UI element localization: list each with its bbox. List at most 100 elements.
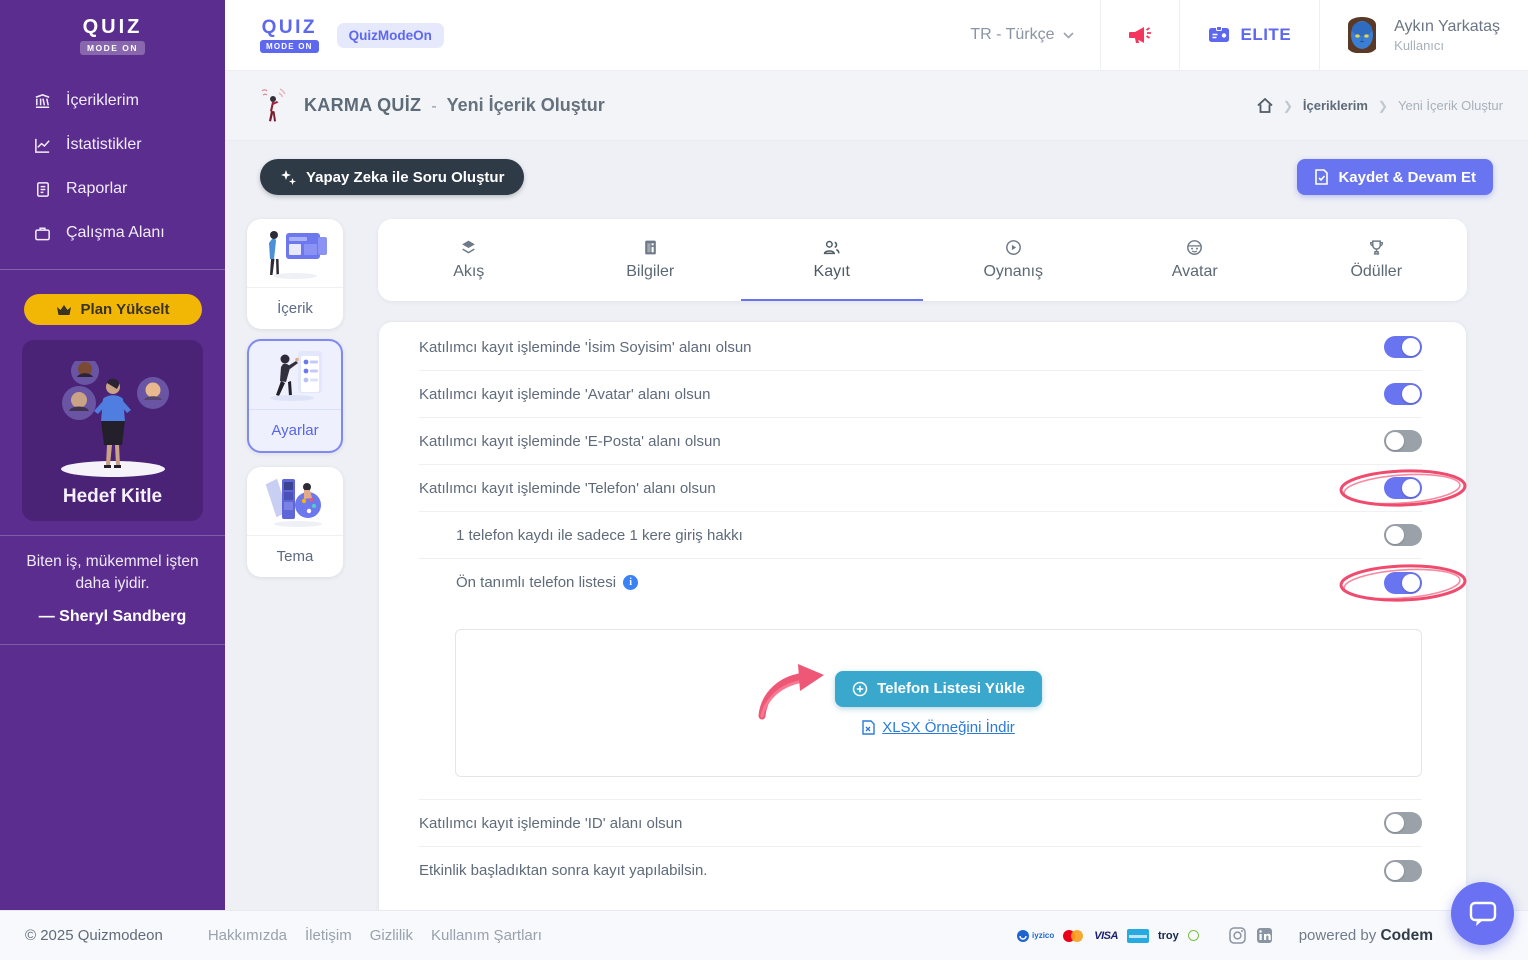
save-continue-button[interactable]: Kaydet & Devam Et bbox=[1297, 159, 1493, 195]
announcements-button[interactable] bbox=[1100, 0, 1179, 70]
action-row: Yapay Zeka ile Soru Oluştur Kaydet & Dev… bbox=[247, 159, 1493, 195]
setting-row: Katılımcı kayıt işleminde 'Avatar' alanı… bbox=[419, 371, 1422, 418]
layers-icon bbox=[460, 239, 477, 256]
user-menu[interactable]: Aykın Yarkataş Kullanıcı bbox=[1319, 0, 1528, 70]
tab-flow[interactable]: Akış bbox=[378, 219, 560, 301]
sidebar-nav: İçeriklerim İstatistikler Raporlar Çalış… bbox=[0, 79, 225, 255]
step-label-content: İçerik bbox=[247, 288, 343, 329]
ai-generate-label: Yapay Zeka ile Soru Oluştur bbox=[306, 169, 504, 186]
quiz-character-icon bbox=[260, 87, 288, 125]
secure-payment-icon bbox=[1188, 930, 1199, 941]
toggle-switch[interactable] bbox=[1384, 572, 1422, 594]
header-actions: TR - Türkçe ELITE bbox=[944, 0, 1528, 70]
tab-label: Oynanış bbox=[983, 263, 1043, 281]
chat-support-button[interactable] bbox=[1451, 882, 1514, 945]
footer-link[interactable]: Gizlilik bbox=[370, 927, 413, 944]
payment-methods: iyzico VISA troy bbox=[1016, 929, 1199, 943]
social-links bbox=[1229, 927, 1273, 944]
settings-rows-top: Katılımcı kayıt işleminde 'İsim Soyisim'… bbox=[419, 324, 1422, 606]
settings-rows-bottom: Katılımcı kayıt işleminde 'ID' alanı ols… bbox=[419, 799, 1422, 894]
sidebar-item-label: Çalışma Alanı bbox=[66, 224, 165, 242]
step-card-content[interactable]: İçerik bbox=[247, 219, 343, 329]
card-icon bbox=[1127, 929, 1149, 943]
tab-rewards[interactable]: Ödüller bbox=[1286, 219, 1468, 301]
download-xlsx-sample-link[interactable]: XLSX Örneğini İndir bbox=[862, 719, 1015, 736]
setting-row: Katılımcı kayıt işleminde 'ID' alanı ols… bbox=[419, 800, 1422, 847]
registration-settings-card: Katılımcı kayıt işleminde 'İsim Soyisim'… bbox=[378, 321, 1467, 941]
brand-cluster: QUIZ MODE ON QuizModeOn bbox=[225, 0, 444, 70]
tab-label: Bilgiler bbox=[626, 263, 674, 281]
avatar bbox=[1342, 15, 1382, 55]
content-area: Yapay Zeka ile Soru Oluştur Kaydet & Dev… bbox=[225, 141, 1528, 960]
briefcase-icon bbox=[33, 224, 52, 243]
phone-list-upload-box: Telefon Listesi Yükle XLSX Örneğini İndi… bbox=[455, 629, 1422, 777]
brand-badge: QuizModeOn bbox=[337, 23, 444, 48]
sidebar-item-statistics[interactable]: İstatistikler bbox=[0, 123, 225, 167]
footer-link[interactable]: Kullanım Şartları bbox=[431, 927, 542, 944]
toggle-switch[interactable] bbox=[1384, 860, 1422, 882]
powered-by-text: powered by Codem bbox=[1299, 927, 1433, 945]
setting-row-label: Katılımcı kayıt işleminde 'Telefon' alan… bbox=[419, 480, 716, 497]
chat-bubble-icon bbox=[1469, 901, 1497, 927]
sidebar-item-reports[interactable]: Raporlar bbox=[0, 167, 225, 211]
target-audience-card[interactable]: Hedef Kitle bbox=[22, 340, 203, 521]
copyright-text: © 2025 Quizmodeon bbox=[25, 927, 163, 944]
tab-info[interactable]: Bilgiler bbox=[560, 219, 742, 301]
home-icon[interactable] bbox=[1257, 98, 1273, 113]
logo-badge: MODE ON bbox=[80, 41, 145, 55]
mastercard-icon bbox=[1063, 929, 1085, 943]
step-card-settings[interactable]: Ayarlar bbox=[247, 339, 343, 453]
sidebar-logo: QUIZ MODE ON bbox=[0, 0, 225, 71]
megaphone-icon bbox=[1127, 23, 1153, 47]
footer-right: iyzico VISA troy powered by Codem bbox=[1016, 927, 1433, 945]
upload-phone-list-button[interactable]: Telefon Listesi Yükle bbox=[835, 671, 1042, 707]
breadcrumb: ❯ İçeriklerim ❯ Yeni İçerik Oluştur bbox=[1257, 98, 1503, 113]
header-logo[interactable]: QUIZ MODE ON bbox=[260, 17, 319, 53]
sidebar-item-workspace[interactable]: Çalışma Alanı bbox=[0, 211, 225, 255]
tab-label: Avatar bbox=[1172, 263, 1218, 281]
xlsx-file-icon bbox=[862, 720, 875, 735]
footer: © 2025 Quizmodeon Hakkımızda İletişim Gizl… bbox=[0, 910, 1528, 960]
setting-row: 1 telefon kaydı ile sadece 1 kere giriş … bbox=[419, 512, 1422, 559]
plan-badge[interactable]: ELITE bbox=[1179, 0, 1319, 70]
ai-generate-button[interactable]: Yapay Zeka ile Soru Oluştur bbox=[260, 159, 524, 195]
tab-gameplay[interactable]: Oynanış bbox=[923, 219, 1105, 301]
toggle-switch[interactable] bbox=[1384, 383, 1422, 405]
breadcrumb-item-contents[interactable]: İçeriklerim bbox=[1303, 98, 1368, 113]
settings-panel-column: Akış Bilgiler Kayıt Oynanış bbox=[378, 219, 1467, 941]
upgrade-plan-button[interactable]: Plan Yükselt bbox=[24, 294, 202, 325]
save-continue-label: Kaydet & Devam Et bbox=[1338, 169, 1476, 186]
sidebar-item-label: Raporlar bbox=[66, 180, 127, 198]
sidebar-divider bbox=[0, 269, 225, 270]
footer-link[interactable]: Hakkımızda bbox=[208, 927, 287, 944]
toggle-switch[interactable] bbox=[1384, 524, 1422, 546]
footer-link[interactable]: İletişim bbox=[305, 927, 352, 944]
step-label-settings: Ayarlar bbox=[249, 410, 341, 451]
linkedin-icon[interactable] bbox=[1256, 927, 1273, 944]
target-audience-illustration bbox=[33, 361, 193, 486]
quote-author: — Sheryl Sandberg bbox=[18, 608, 207, 626]
sidebar-item-label: İstatistikler bbox=[66, 136, 142, 154]
tab-registration[interactable]: Kayıt bbox=[741, 219, 923, 301]
tab-bar: Akış Bilgiler Kayıt Oynanış bbox=[378, 219, 1467, 301]
circle-plus-icon bbox=[852, 681, 868, 697]
instagram-icon[interactable] bbox=[1229, 927, 1246, 944]
chart-icon bbox=[33, 136, 52, 155]
language-selector[interactable]: TR - Türkçe bbox=[944, 0, 1100, 70]
toggle-switch[interactable] bbox=[1384, 812, 1422, 834]
toggle-switch[interactable] bbox=[1384, 336, 1422, 358]
step-label-theme: Tema bbox=[247, 536, 343, 577]
play-circle-icon bbox=[1005, 239, 1022, 256]
main-area: QUIZ MODE ON QuizModeOn TR - Türkçe bbox=[225, 0, 1528, 960]
page-heading: KARMA QUİZ - Yeni İçerik Oluştur bbox=[260, 87, 605, 125]
download-xlsx-sample-label: XLSX Örneğini İndir bbox=[882, 719, 1015, 736]
tab-avatar[interactable]: Avatar bbox=[1104, 219, 1286, 301]
target-audience-title: Hedef Kitle bbox=[63, 486, 162, 508]
info-icon[interactable]: i bbox=[623, 575, 638, 590]
users-icon bbox=[823, 239, 840, 256]
toggle-switch[interactable] bbox=[1384, 430, 1422, 452]
sidebar-item-contents[interactable]: İçeriklerim bbox=[0, 79, 225, 123]
step-card-theme[interactable]: Tema bbox=[247, 467, 343, 577]
toggle-switch[interactable] bbox=[1384, 477, 1422, 499]
sidebar-item-label: İçeriklerim bbox=[66, 92, 139, 110]
